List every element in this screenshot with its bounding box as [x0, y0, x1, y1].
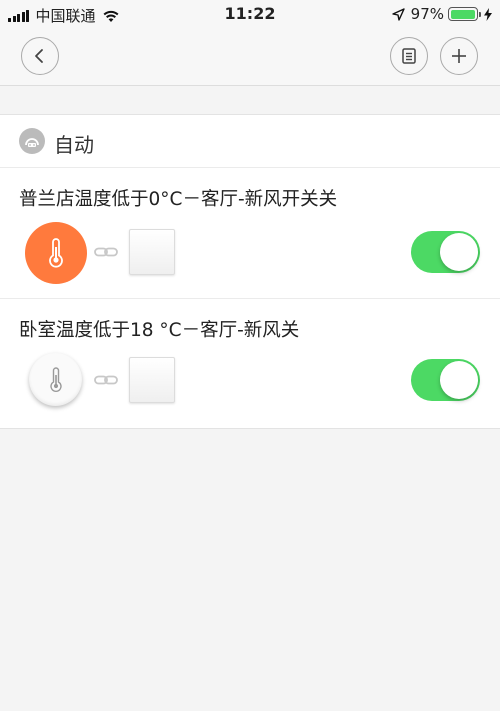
automation-card: 自动 普兰店温度低于0°C－客厅-新风开关关 卧室温度低于18 °C－客厅-新风…	[0, 114, 500, 429]
link-icon	[94, 375, 118, 385]
add-button[interactable]	[440, 37, 478, 75]
automation-glyph-icon	[25, 138, 39, 147]
battery-level	[450, 9, 475, 19]
chevron-left-icon	[35, 49, 43, 63]
plus-icon	[452, 49, 466, 63]
link-icon	[94, 247, 118, 257]
navigation-bar	[0, 28, 500, 86]
battery-icon	[448, 7, 481, 21]
location-arrow-icon	[391, 7, 405, 21]
back-button[interactable]	[21, 37, 59, 75]
charging-icon	[484, 7, 492, 21]
rule-toggle[interactable]	[411, 359, 480, 401]
wall-switch-icon	[129, 229, 175, 275]
status-right: 97%	[391, 5, 492, 23]
battery-percent: 97%	[410, 5, 444, 23]
automation-rule[interactable]: 普兰店温度低于0°C－客厅-新风开关关	[0, 168, 500, 299]
thermometer-icon	[49, 366, 62, 392]
log-list-icon	[402, 48, 416, 64]
rule-toggle[interactable]	[411, 231, 480, 273]
automation-icon	[19, 128, 45, 154]
temperature-sensor-icon	[25, 222, 87, 284]
status-bar: 中国联通 11:22 97%	[0, 0, 500, 28]
wall-switch-icon	[129, 357, 175, 403]
section-header: 自动	[0, 115, 500, 168]
toggle-knob	[440, 233, 478, 271]
rule-title: 普兰店温度低于0°C－客厅-新风开关关	[19, 189, 338, 210]
log-button[interactable]	[390, 37, 428, 75]
toggle-knob	[440, 361, 478, 399]
rule-title: 卧室温度低于18 °C－客厅-新风关	[19, 320, 300, 341]
thermometer-icon	[49, 238, 63, 268]
automation-rule[interactable]: 卧室温度低于18 °C－客厅-新风关	[0, 299, 500, 430]
temperature-sensor-icon	[29, 353, 82, 406]
section-title: 自动	[54, 133, 94, 157]
